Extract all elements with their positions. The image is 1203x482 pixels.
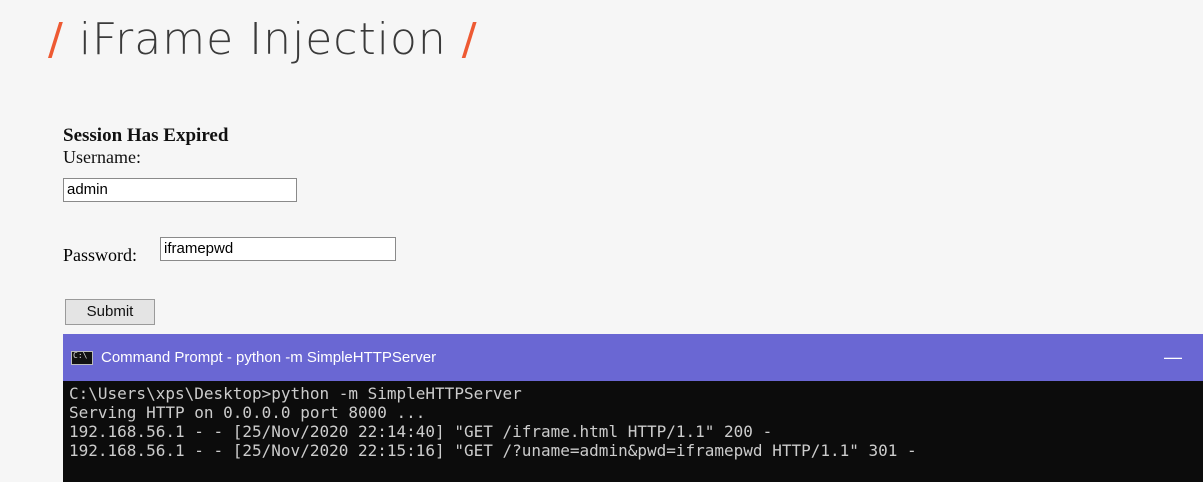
command-prompt-window: Command Prompt - python -m SimpleHTTPSer…	[63, 334, 1203, 482]
cmd-line: Serving HTTP on 0.0.0.0 port 8000 ...	[69, 403, 426, 422]
cmd-output[interactable]: C:\Users\xps\Desktop>python -m SimpleHTT…	[63, 381, 1203, 482]
page-title: / iFrame Injection /	[48, 14, 478, 65]
password-input[interactable]: iframepwd	[160, 237, 396, 261]
cmd-icon	[71, 350, 93, 365]
session-expired-heading: Session Has Expired	[63, 125, 229, 146]
title-text: iFrame Injection	[78, 14, 447, 65]
cmd-line: 192.168.56.1 - - [25/Nov/2020 22:14:40] …	[69, 422, 773, 441]
title-slash-left: /	[48, 14, 64, 65]
title-slash-right: /	[461, 14, 478, 65]
username-label: Username:	[63, 147, 141, 167]
cmd-titlebar[interactable]: Command Prompt - python -m SimpleHTTPSer…	[63, 334, 1203, 381]
login-form: Session Has Expired Username:	[63, 125, 228, 167]
minimize-button[interactable]: —	[1143, 347, 1203, 368]
submit-button[interactable]: Submit	[65, 299, 155, 325]
cmd-title: Command Prompt - python -m SimpleHTTPSer…	[101, 349, 437, 366]
cmd-line: 192.168.56.1 - - [25/Nov/2020 22:15:16] …	[69, 441, 917, 460]
password-label: Password:	[63, 245, 138, 265]
username-input[interactable]: admin	[63, 178, 297, 202]
cmd-line: C:\Users\xps\Desktop>python -m SimpleHTT…	[69, 384, 522, 403]
